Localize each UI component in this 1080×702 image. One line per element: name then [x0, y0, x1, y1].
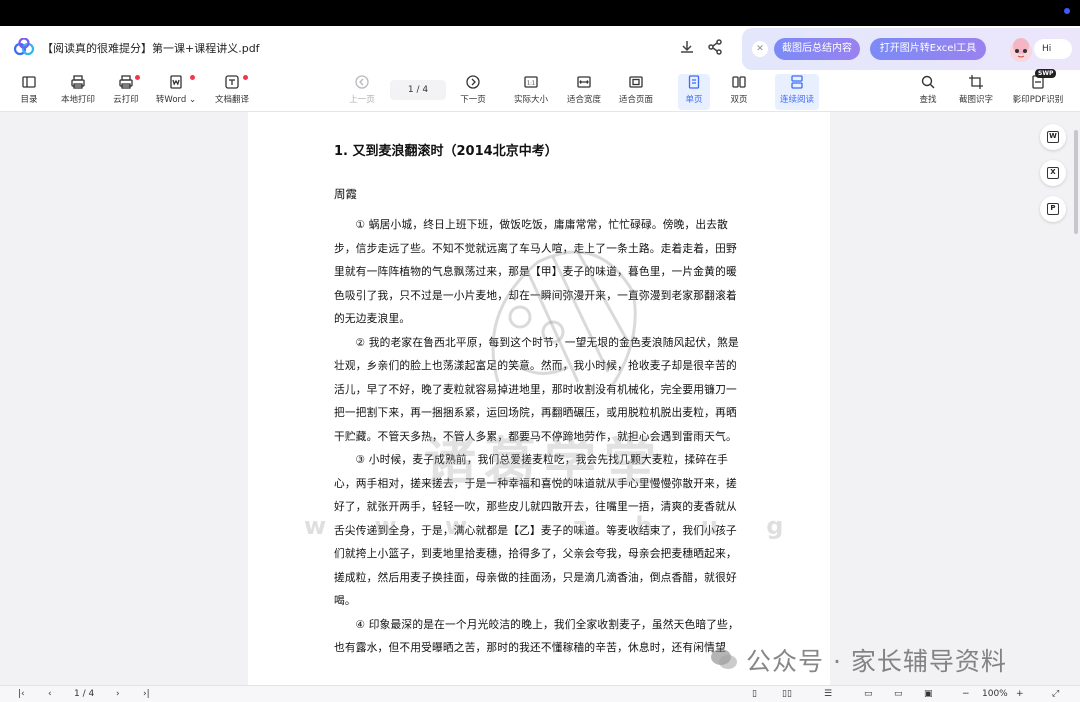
- continuous-icon: [791, 75, 803, 89]
- actual-size-button[interactable]: 1:1 实际大小: [508, 74, 554, 110]
- fit-page-button[interactable]: 适合页面: [614, 74, 658, 110]
- paragraph: ② 我的老家在鲁西北平原，每到这个时节，一望无垠的金色麦浪随风起伏，煞是壮观，乡…: [334, 335, 739, 443]
- cloud-print-button[interactable]: 云打印: [108, 74, 144, 110]
- search-button[interactable]: 查找: [914, 74, 942, 110]
- local-print-button[interactable]: 本地打印: [56, 74, 100, 110]
- vertical-scrollbar[interactable]: [1074, 130, 1078, 234]
- zoom-out-icon[interactable]: −: [962, 688, 970, 700]
- zoom-in-icon[interactable]: +: [1016, 688, 1024, 700]
- status-page-indicator[interactable]: 1 / 4: [74, 688, 94, 700]
- actual-size-icon[interactable]: ▭: [864, 688, 873, 700]
- double-page-button[interactable]: 双页: [724, 74, 754, 110]
- screenshot-ocr-button[interactable]: 截图识字: [954, 74, 998, 110]
- system-top-bar: [0, 0, 1080, 26]
- word-icon: [170, 75, 182, 89]
- translate-button[interactable]: 文档翻译: [210, 74, 254, 110]
- article-body: ① 蜗居小城，终日上班下班，做饭吃饭，庸庸常常，忙忙碌碌。傍晚，出去散步，信步走…: [334, 213, 744, 660]
- assistant-avatar-icon[interactable]: [1006, 36, 1036, 64]
- share-icon[interactable]: [706, 38, 724, 56]
- first-page-icon[interactable]: |‹: [18, 688, 25, 700]
- search-icon: [921, 75, 935, 89]
- crop-icon: [969, 75, 983, 89]
- zoom-level[interactable]: 100%: [982, 688, 1008, 700]
- fullscreen-icon[interactable]: ⤢: [1052, 688, 1059, 700]
- prev-page-button[interactable]: 上一页: [344, 74, 380, 110]
- image-to-excel-button[interactable]: 打开图片转Excel工具: [870, 38, 986, 60]
- promo-close-button[interactable]: ✕: [752, 41, 768, 57]
- fit-width-button[interactable]: 适合宽度: [562, 74, 606, 110]
- excel-icon: X: [1047, 167, 1059, 179]
- new-dot: [243, 75, 248, 80]
- article-author: 周霞: [334, 187, 357, 201]
- paragraph: ④ 印象最深的是在一个月光皎洁的晚上，我们全家收割麦子，虽然天色暗了些，也有露水…: [334, 617, 739, 655]
- new-dot: [190, 75, 195, 80]
- word-icon: W: [1047, 131, 1059, 143]
- camera-dot: [1064, 8, 1070, 14]
- download-icon[interactable]: [678, 38, 696, 56]
- translate-icon: [225, 75, 239, 89]
- page-number-input[interactable]: 1 / 4: [390, 80, 446, 100]
- fit-width-icon: [577, 76, 591, 88]
- arrow-right-circle-icon: [466, 75, 480, 89]
- single-page-icon: [688, 75, 700, 89]
- fit-page-icon[interactable]: ▣: [924, 688, 933, 700]
- continuous-read-button[interactable]: 连续阅读: [775, 74, 819, 110]
- continuous-icon[interactable]: ☰: [824, 688, 832, 700]
- convert-ppt-side-button[interactable]: P: [1040, 196, 1066, 222]
- ai-promo-bar: ✕ 截图后总结内容 打开图片转Excel工具 Hi: [742, 28, 1080, 70]
- arrow-left-circle-icon: [355, 75, 369, 89]
- cloud-printer-icon: [119, 75, 133, 89]
- fit-page-icon: [629, 76, 643, 88]
- app-logo-icon: [14, 38, 34, 56]
- new-dot: [135, 75, 140, 80]
- svg-text:1:1: 1:1: [527, 81, 535, 87]
- convert-word-side-button[interactable]: W: [1040, 124, 1066, 150]
- wechat-icon: [711, 649, 737, 669]
- next-page-button[interactable]: 下一页: [454, 74, 492, 110]
- contents-icon: [22, 76, 36, 88]
- to-word-button[interactable]: 转Word ⌄: [152, 74, 200, 110]
- prev-page-icon[interactable]: ‹: [48, 688, 52, 700]
- next-page-icon[interactable]: ›: [116, 688, 120, 700]
- contents-button[interactable]: 目录: [12, 74, 46, 110]
- last-page-icon[interactable]: ›|: [143, 688, 150, 700]
- ppt-icon: P: [1047, 203, 1059, 215]
- pdf-ocr-button[interactable]: 影印PDF识别: [1008, 74, 1068, 110]
- double-page-icon[interactable]: ▯▯: [782, 688, 792, 700]
- fit-width-icon[interactable]: ▭: [894, 688, 903, 700]
- paragraph: ③ 小时候，麦子成熟前，我们总爱搓麦粒吃，我会先找几颗大麦粒，揉碎在手心，两手相…: [334, 453, 737, 607]
- actual-size-icon: 1:1: [524, 76, 538, 88]
- pdf-page: 1. 又到麦浪翻滚时（2014北京中考） 周霞 ① 蜗居小城，终日上班下班，做饭…: [248, 112, 830, 685]
- swp-badge: SWP: [1035, 69, 1057, 78]
- printer-icon: [71, 75, 85, 89]
- status-bar: |‹ ‹ 1 / 4 › ›| ▯ ▯▯ ☰ ▭ ▭ ▣ − 100% + ⤢: [0, 685, 1080, 702]
- hi-chat-button[interactable]: Hi: [1034, 39, 1072, 59]
- main-toolbar: 目录 本地打印 云打印 转Word ⌄ 文档翻译 上一页 下一页 1:1 实际大…: [0, 70, 1080, 112]
- summarize-screenshot-button[interactable]: 截图后总结内容: [774, 38, 860, 60]
- single-page-button[interactable]: 单页: [678, 74, 710, 110]
- convert-excel-side-button[interactable]: X: [1040, 160, 1066, 186]
- document-title: 【阅读真的很难提分】第一课+课程讲义.pdf: [42, 42, 260, 55]
- article-heading: 1. 又到麦浪翻滚时（2014北京中考）: [334, 144, 558, 159]
- paragraph: ① 蜗居小城，终日上班下班，做饭吃饭，庸庸常常，忙忙碌碌。傍晚，出去散步，信步走…: [334, 218, 737, 325]
- single-page-icon[interactable]: ▯: [752, 688, 757, 700]
- double-page-icon: [732, 76, 746, 88]
